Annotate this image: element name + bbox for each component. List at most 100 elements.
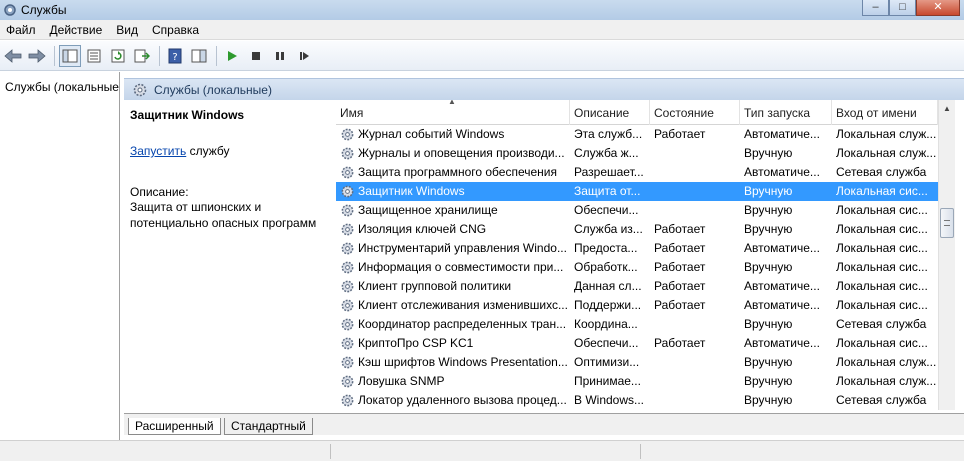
- table-row[interactable]: Изоляция ключей CNG Служба из... Работает В…: [336, 220, 938, 239]
- table-row[interactable]: КриптоПро CSP KC1 Обеспечи... Работает Авто…: [336, 334, 938, 353]
- table-row[interactable]: Клиент отслеживания изменившихс... Поддер…: [336, 296, 938, 315]
- cell-status: [650, 372, 740, 391]
- vertical-scrollbar[interactable]: ▲: [938, 100, 955, 410]
- minimize-button[interactable]: –: [862, 0, 889, 16]
- start-service-link[interactable]: Запустить: [130, 144, 186, 158]
- cell-name: Клиент отслеживания изменившихс...: [336, 296, 570, 315]
- status-bar: [0, 440, 964, 461]
- column-header-log-on-as[interactable]: Вход от имени: [832, 100, 938, 125]
- stop-icon: [252, 51, 260, 60]
- scrollbar-thumb[interactable]: [940, 208, 954, 238]
- table-row[interactable]: Клиент групповой политики Данная сл... Раб…: [336, 277, 938, 296]
- service-description-pane: Защитник Windows Запустить службу Описан…: [124, 100, 332, 410]
- table-row[interactable]: Защитник Windows Защита от... Вручную Локал…: [336, 182, 938, 201]
- cell-startup-type: Вручную: [744, 146, 793, 160]
- export-list-button[interactable]: [131, 45, 153, 67]
- help-button[interactable]: ?: [164, 45, 186, 67]
- cell-startup-type: Автоматиче...: [744, 336, 820, 350]
- menu-view[interactable]: Вид: [116, 23, 138, 37]
- pause-service-button[interactable]: [269, 45, 291, 67]
- gear-icon: [341, 147, 354, 160]
- table-body: Журнал событий Windows Эта служб... Работа…: [336, 125, 938, 410]
- restart-service-button[interactable]: [293, 45, 315, 67]
- action-pane-button[interactable]: [188, 45, 210, 67]
- refresh-button[interactable]: [107, 45, 129, 67]
- cell-startup-type: Вручную: [744, 317, 793, 331]
- start-service-row: Запустить службу: [130, 144, 326, 158]
- properties-icon: [87, 49, 101, 62]
- toolbar-separator: [54, 45, 55, 66]
- cell-log-on-as: Локальная сис...: [836, 222, 928, 236]
- close-button[interactable]: ✕: [916, 0, 960, 16]
- table-row[interactable]: Журналы и оповещения производи... Служба …: [336, 144, 938, 163]
- table-row[interactable]: Информация о совместимости при... Обработ…: [336, 258, 938, 277]
- tab-standard[interactable]: Стандартный: [224, 418, 313, 435]
- cell-description: Защита от...: [574, 184, 641, 198]
- maximize-button[interactable]: □: [889, 0, 916, 16]
- column-header-status[interactable]: Состояние: [650, 100, 740, 125]
- cell-startup-type: Вручную: [744, 184, 793, 198]
- console-tree: Службы (локальные): [0, 72, 120, 461]
- column-header-startup-type[interactable]: Тип запуска: [740, 100, 832, 125]
- cell-startup-type: Автоматиче...: [744, 298, 820, 312]
- table-row[interactable]: Кэш шрифтов Windows Presentation... Оптим…: [336, 353, 938, 372]
- cell-name: Инструментарий управления Windo...: [336, 239, 570, 258]
- table-row[interactable]: Ловушка SNMP Принимае... Вручную Локальная …: [336, 372, 938, 391]
- gear-icon: [341, 242, 354, 255]
- start-service-button[interactable]: [221, 45, 243, 67]
- cell-name: Информация о совместимости при...: [336, 258, 570, 277]
- cell-status: [650, 391, 740, 410]
- scroll-up-icon[interactable]: ▲: [939, 100, 955, 116]
- menu-file[interactable]: Файл: [6, 23, 36, 37]
- cell-name: Защитник Windows: [336, 182, 570, 201]
- table-row[interactable]: Защищенное хранилище Обеспечи... Вручную Ло…: [336, 201, 938, 220]
- menu-bar: Файл Действие Вид Справка: [0, 20, 964, 40]
- start-service-suffix: службу: [186, 144, 230, 158]
- tree-item-local-services[interactable]: Службы (локальные): [0, 72, 119, 95]
- cell-description: Предоста...: [574, 241, 638, 255]
- cell-description: Обеспечи...: [574, 336, 639, 350]
- cell-name: Журналы и оповещения производи...: [336, 144, 570, 163]
- cell-log-on-as: Локальная сис...: [836, 279, 928, 293]
- column-header-description[interactable]: Описание: [570, 100, 650, 125]
- cell-description: Обработк...: [574, 260, 638, 274]
- table-header: ▲ Имя Описание Состояние Тип запуска Вхо…: [336, 100, 938, 125]
- cell-log-on-as: Сетевая служба: [836, 393, 927, 407]
- toolbar-separator: [216, 45, 217, 66]
- tab-extended[interactable]: Расширенный: [128, 418, 221, 435]
- cell-name: Изоляция ключей CNG: [336, 220, 570, 239]
- cell-description: Координа...: [574, 317, 638, 331]
- service-name-text: Журнал событий Windows: [358, 127, 505, 141]
- service-name-text: Изоляция ключей CNG: [358, 222, 487, 236]
- cell-log-on-as: Сетевая служба: [836, 165, 927, 179]
- cell-startup-type: Автоматиче...: [744, 165, 820, 179]
- window-controls: – □ ✕: [862, 0, 960, 16]
- forward-arrow-icon: [28, 48, 46, 63]
- cell-status: Работает: [654, 260, 706, 274]
- play-icon: [228, 50, 237, 61]
- gear-icon: [341, 128, 354, 141]
- cell-log-on-as: Локальная служ...: [836, 374, 937, 388]
- cell-log-on-as: Локальная служ...: [836, 127, 937, 141]
- cell-description: Оптимизи...: [574, 355, 640, 369]
- table-row[interactable]: Защита программного обеспечения Разрешает…: [336, 163, 938, 182]
- service-name-text: Клиент групповой политики: [358, 279, 512, 293]
- properties-button[interactable]: [83, 45, 105, 67]
- stop-service-button[interactable]: [245, 45, 267, 67]
- table-row[interactable]: Локатор удаленного вызова процед... В Win…: [336, 391, 938, 410]
- console-tree-button[interactable]: [59, 44, 81, 67]
- table-row[interactable]: Инструментарий управления Windo... Предос…: [336, 239, 938, 258]
- cell-log-on-as: Локальная сис...: [836, 241, 928, 255]
- table-row[interactable]: Журнал событий Windows Эта служб... Работа…: [336, 125, 938, 144]
- cell-startup-type: Вручную: [744, 203, 793, 217]
- refresh-icon: [111, 49, 125, 62]
- menu-help[interactable]: Справка: [152, 23, 199, 37]
- table-row[interactable]: Координатор распределенных тран... Коорди…: [336, 315, 938, 334]
- menu-action[interactable]: Действие: [50, 23, 103, 37]
- selected-service-name: Защитник Windows: [130, 108, 245, 122]
- cell-description: Служба ж...: [574, 146, 639, 160]
- service-name-text: Журналы и оповещения производи...: [358, 146, 565, 160]
- forward-button[interactable]: [26, 45, 48, 67]
- status-separator: [640, 444, 641, 459]
- back-button[interactable]: [2, 45, 24, 67]
